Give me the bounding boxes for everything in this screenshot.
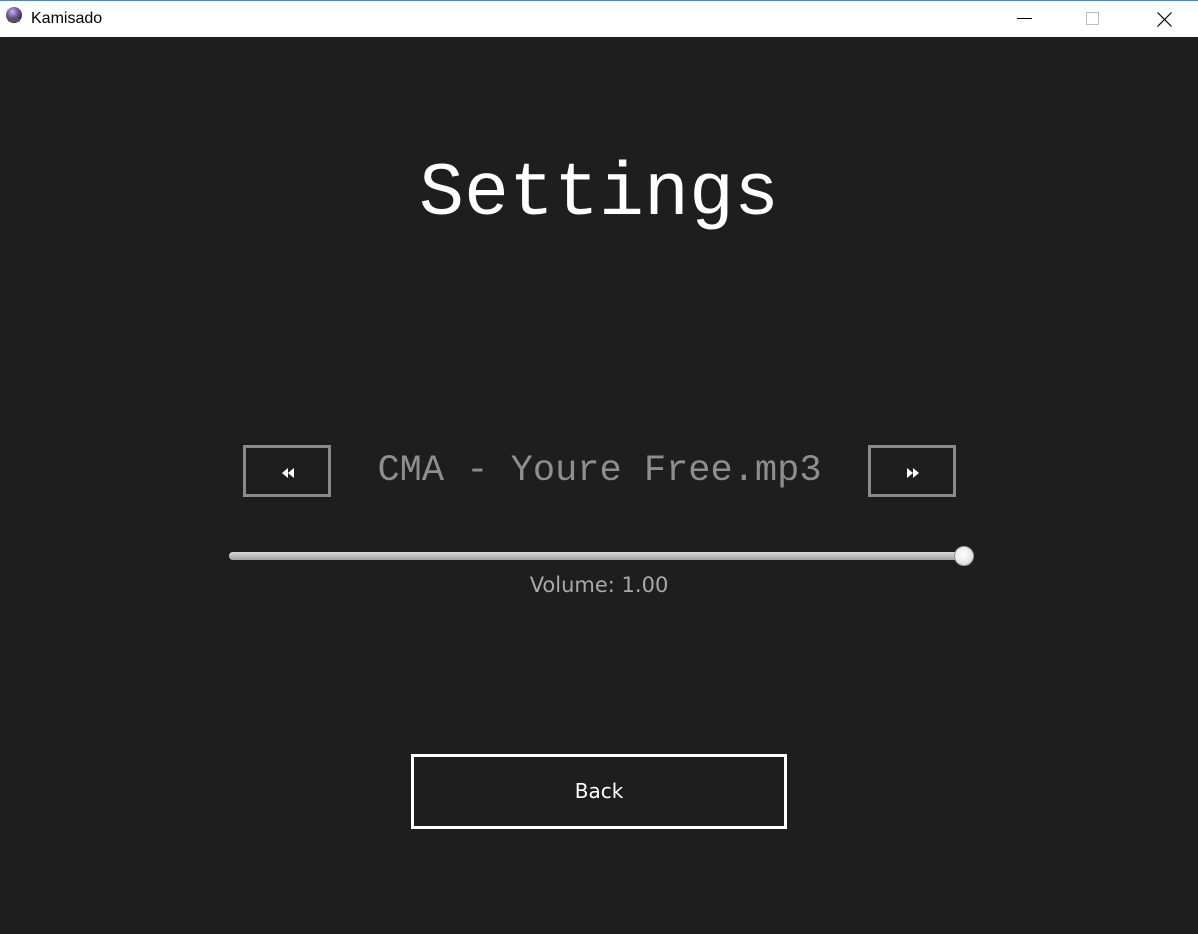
app-icon xyxy=(6,7,22,23)
title-bar: Kamisado xyxy=(0,0,1198,37)
back-button[interactable]: Back xyxy=(411,754,787,829)
track-name: CMA - Youre Free.mp3 xyxy=(377,450,822,492)
fast-forward-icon xyxy=(907,468,919,478)
previous-track-button[interactable] xyxy=(243,445,331,497)
volume-slider[interactable] xyxy=(229,546,974,566)
maximize-button[interactable] xyxy=(1070,1,1116,37)
volume-slider-thumb[interactable] xyxy=(954,546,974,566)
track-selector: CMA - Youre Free.mp3 xyxy=(243,445,956,497)
next-track-button[interactable] xyxy=(868,445,956,497)
rewind-icon xyxy=(282,468,294,478)
page-title: Settings xyxy=(418,152,780,237)
volume-slider-fill xyxy=(229,552,964,560)
close-icon xyxy=(1157,12,1172,27)
app-window: Kamisado Settings CMA - Youre Free.mp3 V… xyxy=(0,0,1198,934)
minimize-button[interactable] xyxy=(1001,1,1047,37)
window-title: Kamisado xyxy=(31,10,103,27)
close-button[interactable] xyxy=(1141,1,1187,37)
volume-label: Volume: 1.00 xyxy=(529,573,669,597)
